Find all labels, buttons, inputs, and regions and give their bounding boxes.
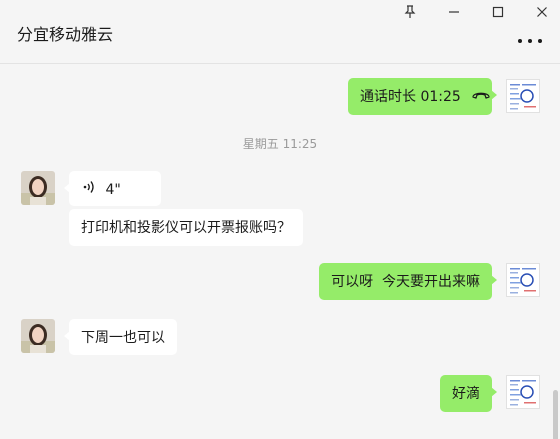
- message-bubble[interactable]: 好滴: [440, 375, 497, 412]
- close-icon[interactable]: [527, 0, 557, 24]
- my-avatar[interactable]: [506, 375, 540, 409]
- call-duration-bubble[interactable]: 通话时长 01:25: [348, 78, 497, 115]
- message-text: 好滴: [452, 386, 480, 402]
- scrollbar[interactable]: [553, 390, 558, 439]
- chat-title: 分宜移动雅云: [17, 25, 114, 44]
- pin-icon[interactable]: [395, 0, 425, 24]
- message-text: 可以呀 今天要开出来嘛: [331, 274, 480, 290]
- message-bubble[interactable]: 打印机和投影仪可以开票报账吗？: [69, 209, 303, 246]
- chat-header: 分宜移动雅云: [0, 0, 560, 64]
- voice-wave-icon: [83, 180, 95, 200]
- timestamp: 星期五 11:25: [242, 137, 318, 151]
- voice-duration: 4": [105, 182, 121, 198]
- my-avatar[interactable]: [506, 263, 540, 297]
- message-text: 下周一也可以: [81, 330, 165, 346]
- more-dots-icon[interactable]: [518, 33, 542, 49]
- message-text: 打印机和投影仪可以开票报账吗？: [81, 220, 291, 236]
- phone-hangup-icon: [471, 87, 491, 107]
- contact-avatar[interactable]: [21, 171, 55, 205]
- message-list[interactable]: 通话时长 01:25 星期五 11:25 4" 打印机和投影仪可以开票报账吗？ …: [0, 64, 560, 439]
- minimize-icon[interactable]: [439, 0, 469, 24]
- maximize-icon[interactable]: [483, 0, 513, 24]
- voice-message-bubble[interactable]: 4": [64, 171, 161, 206]
- chat-window: 分宜移动雅云 通话时长 01:25 星期五 11:25 4" 打印机和投影仪可以…: [0, 0, 560, 439]
- call-duration-text: 通话时长 01:25: [360, 89, 461, 105]
- message-bubble[interactable]: 下周一也可以: [64, 319, 177, 355]
- contact-avatar[interactable]: [21, 319, 55, 353]
- message-bubble[interactable]: 可以呀 今天要开出来嘛: [319, 263, 497, 300]
- my-avatar[interactable]: [506, 79, 540, 113]
